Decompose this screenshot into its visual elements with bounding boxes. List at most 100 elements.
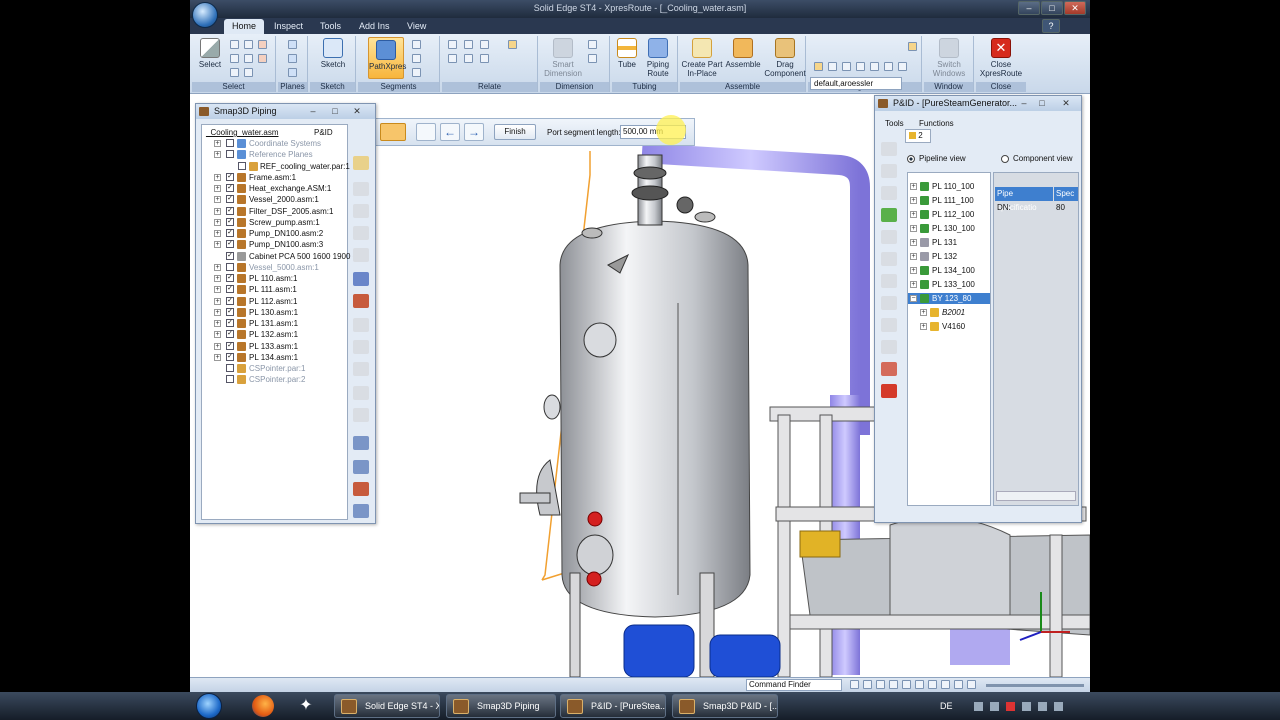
pid-tool-icon[interactable] <box>881 252 897 266</box>
visibility-checkbox[interactable]: ✓ <box>226 319 234 327</box>
pipeline-item[interactable]: + PL 133_100 <box>908 279 990 290</box>
visibility-checkbox[interactable] <box>226 139 234 147</box>
expand-icon[interactable]: + <box>214 342 221 350</box>
visibility-checkbox[interactable] <box>226 150 234 159</box>
visibility-checkbox[interactable]: ✓ <box>226 296 234 305</box>
expand-icon[interactable]: + <box>910 183 917 190</box>
maximize-icon[interactable]: □ <box>328 106 342 117</box>
checkmark-icon[interactable] <box>881 208 897 222</box>
tab-add-ins[interactable]: Add Ins <box>351 19 398 34</box>
expand-icon[interactable]: + <box>214 230 221 237</box>
expand-icon[interactable]: + <box>214 331 221 339</box>
close-icon[interactable]: ✕ <box>1059 98 1073 109</box>
route-tool-icon[interactable] <box>353 156 369 170</box>
maximize-button[interactable]: □ <box>1041 1 1063 15</box>
view-tool-icon[interactable] <box>941 680 950 689</box>
select-tool-icon[interactable] <box>258 54 267 63</box>
close-xpresroute-button[interactable]: ✕ Close XpresRoute <box>978 38 1024 78</box>
pid-tool-icon[interactable] <box>881 340 897 354</box>
zoom-slider[interactable] <box>986 684 1084 687</box>
pinned-app-icon[interactable]: ✦ <box>296 696 316 716</box>
expand-icon[interactable]: + <box>910 253 917 260</box>
select-tool-icon[interactable] <box>244 68 253 77</box>
tree-item[interactable]: + ✓ Screw_pump.asm:1 <box>202 217 347 228</box>
arrow-right-icon[interactable]: → <box>464 123 484 141</box>
pid-tool-icon[interactable] <box>881 230 897 244</box>
tree-item[interactable]: REF_cooling_water.par:1 <box>202 161 350 172</box>
visibility-checkbox[interactable]: ✓ <box>226 330 234 339</box>
config-icon[interactable] <box>908 42 917 51</box>
relate-icon[interactable] <box>480 54 489 63</box>
close-window-button[interactable]: ✕ <box>1064 1 1086 15</box>
select-tool-icon[interactable] <box>230 68 239 77</box>
help-icon[interactable]: ? <box>1042 19 1060 33</box>
prop-value-dn[interactable]: 80 <box>1056 203 1065 212</box>
config-icon[interactable] <box>814 62 823 71</box>
expand-icon[interactable]: + <box>214 320 221 327</box>
pathxpres-button[interactable]: PathXpres <box>368 37 406 79</box>
expand-icon[interactable]: + <box>910 267 917 274</box>
maximize-icon[interactable]: □ <box>1035 98 1049 109</box>
expand-icon[interactable]: + <box>214 140 221 147</box>
expand-icon[interactable]: + <box>910 281 917 288</box>
visibility-checkbox[interactable]: ✓ <box>226 195 234 204</box>
expand-icon[interactable]: + <box>214 173 221 181</box>
select-tool-icon[interactable] <box>230 54 239 63</box>
pid-tool-icon[interactable] <box>881 164 897 178</box>
pipeline-item[interactable]: + PL 132 <box>908 251 990 262</box>
tree-item[interactable]: + ✓ Heat_exchange.ASM:1 <box>202 183 347 194</box>
select-tool-icon[interactable] <box>244 54 253 63</box>
visibility-checkbox[interactable]: ✓ <box>226 274 234 282</box>
finish-button[interactable]: Finish <box>494 124 536 140</box>
pid-menu-functions[interactable]: Functions <box>919 119 954 128</box>
route-tool-icon[interactable] <box>353 408 369 422</box>
expand-icon[interactable]: + <box>920 323 927 330</box>
config-icon[interactable] <box>828 62 837 71</box>
application-button[interactable] <box>192 2 218 28</box>
tab-home[interactable]: Home <box>224 19 265 34</box>
route-tool-icon[interactable] <box>353 460 369 474</box>
config-icon[interactable] <box>842 62 851 71</box>
route-tool-icon[interactable] <box>353 482 369 496</box>
unlink-icon[interactable] <box>881 384 897 398</box>
select-tool-icon[interactable] <box>244 40 253 49</box>
tree-item[interactable]: + ✓ PL 132.asm:1 <box>202 329 347 340</box>
visibility-checkbox[interactable]: ✓ <box>226 184 234 192</box>
expand-icon[interactable]: + <box>214 263 221 271</box>
relate-icon[interactable] <box>480 40 489 49</box>
tray-icon[interactable] <box>990 702 999 711</box>
tree-item[interactable]: + ✓ Pump_DN100.asm:3 <box>202 239 347 250</box>
relate-icon[interactable] <box>508 40 517 49</box>
tray-icon[interactable] <box>1038 702 1047 711</box>
route-tool-icon[interactable] <box>353 436 369 450</box>
tree-item[interactable]: + ✓ PL 112.asm:1 <box>202 296 347 307</box>
visibility-checkbox[interactable] <box>226 375 234 384</box>
pid-menu-tools[interactable]: Tools <box>885 119 904 128</box>
visibility-checkbox[interactable]: ✓ <box>226 240 234 249</box>
create-part-inplace-button[interactable]: Create Part In-Place <box>680 38 724 78</box>
expand-icon[interactable]: + <box>910 239 917 246</box>
pipeline-item[interactable]: + PL 131 <box>908 237 990 248</box>
view-tool-icon[interactable] <box>863 680 872 689</box>
config-icon[interactable] <box>870 62 879 71</box>
taskbar-solid-edge[interactable]: Solid Edge ST4 - X... <box>334 694 440 718</box>
tree-item[interactable]: + Reference Planes <box>202 149 347 160</box>
tree-item[interactable]: ✓ Cabinet PCA 500 1600 1900 grau <box>202 251 369 262</box>
tree-item[interactable]: + ✓ PL 131.asm:1 <box>202 318 347 329</box>
route-tool-icon[interactable] <box>353 204 369 218</box>
plane-icon[interactable] <box>288 54 297 63</box>
pipeline-item[interactable]: − BY 123_80 <box>908 293 990 304</box>
dimension-icon[interactable] <box>588 54 597 63</box>
command-finder-input[interactable]: Command Finder <box>746 679 842 691</box>
tab-view[interactable]: View <box>399 19 434 34</box>
expand-icon[interactable]: + <box>214 275 221 282</box>
visibility-checkbox[interactable] <box>226 364 234 372</box>
pipeline-item[interactable]: + PL 130_100 <box>908 223 990 234</box>
start-button[interactable] <box>196 693 222 719</box>
config-icon[interactable] <box>856 62 865 71</box>
tree-item[interactable]: + ✓ Frame.asm:1 <box>202 172 347 183</box>
visibility-checkbox[interactable]: ✓ <box>226 307 234 316</box>
expand-icon[interactable]: + <box>214 241 221 249</box>
relate-icon[interactable] <box>448 40 457 49</box>
tray-icon[interactable] <box>1054 702 1063 711</box>
